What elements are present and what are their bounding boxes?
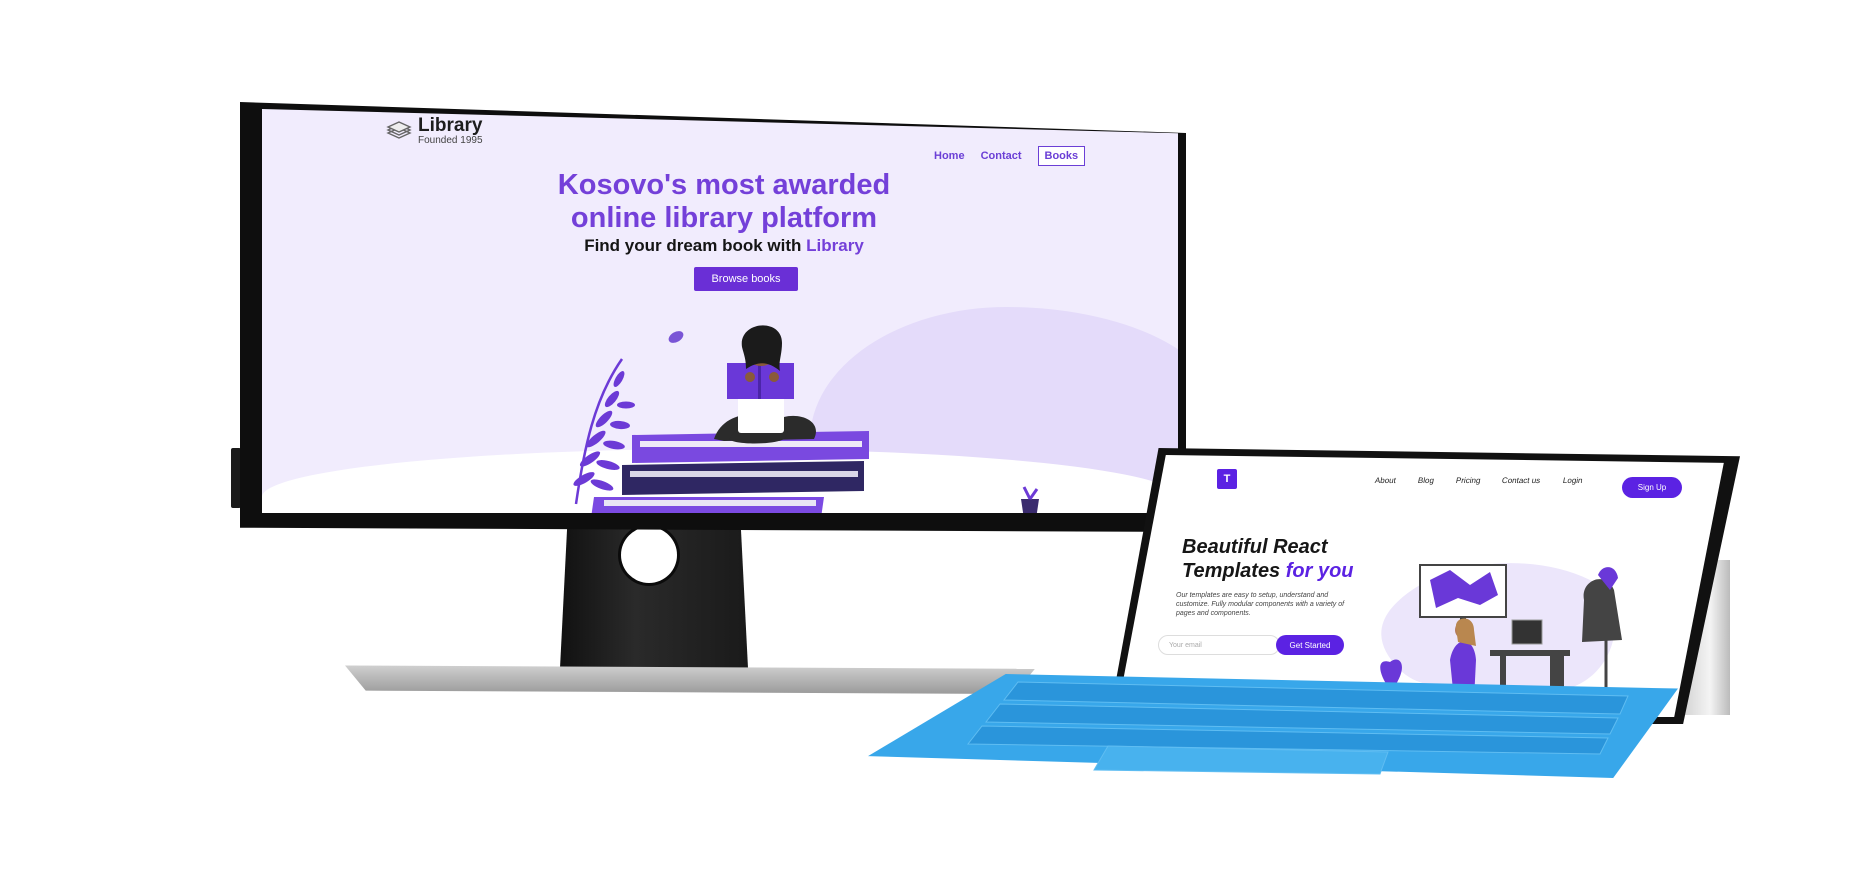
- monitor-side-port: [231, 448, 241, 508]
- tablet-site-logo[interactable]: T: [1217, 469, 1237, 489]
- tablet-nav-pricing[interactable]: Pricing: [1455, 476, 1481, 485]
- reading-girl-illustration: [573, 325, 1039, 513]
- tablet-hero-title-line2: Templates for you: [1182, 559, 1354, 583]
- tablet-hero-body: Our templates are easy to setup, underst…: [1176, 592, 1345, 617]
- browse-books-button[interactable]: Browse books: [694, 267, 798, 291]
- hero-subtitle: Find your dream book with Library: [548, 236, 900, 256]
- tablet-nav-blog[interactable]: Blog: [1417, 476, 1435, 485]
- library-logo[interactable]: Library Founded 1995: [386, 116, 483, 146]
- tablet-hero-title-line1: Beautiful React: [1182, 536, 1328, 558]
- books-stack-icon: [386, 121, 412, 139]
- book-stack: [590, 431, 869, 513]
- tablet-signup-button[interactable]: Sign Up: [1622, 477, 1682, 498]
- tablet-nav: About Blog Pricing Contact us Login: [1374, 476, 1583, 485]
- monitor-screen: Library Founded 1995 Home Contact Books …: [262, 109, 1178, 513]
- tablet-hero-title-accent: for you: [1285, 560, 1354, 582]
- small-plant-pot: [1021, 486, 1039, 513]
- tablet-nav-about[interactable]: About: [1374, 476, 1396, 485]
- nav-home-link[interactable]: Home: [934, 150, 965, 162]
- tablet-nav-login[interactable]: Login: [1562, 476, 1583, 485]
- tablet-nav-contact[interactable]: Contact us: [1502, 476, 1542, 485]
- hero-subtitle-text: Find your dream book with: [584, 236, 807, 255]
- tablet-hero-title: Beautiful React Templates for you: [1182, 535, 1354, 583]
- logo-subtitle: Founded 1995: [418, 135, 483, 146]
- monitor-stand-hole: [621, 527, 677, 583]
- site-nav: Home Contact Books: [934, 146, 1086, 166]
- keyboard-keys: [966, 681, 1629, 775]
- floating-leaf: [668, 331, 684, 343]
- nav-contact-link[interactable]: Contact: [981, 150, 1022, 162]
- girl: [714, 325, 816, 444]
- tablet-get-started-button[interactable]: Get Started: [1276, 635, 1344, 655]
- hero-title-line2: online library platform: [570, 202, 878, 234]
- hero-subtitle-accent: Library: [806, 236, 864, 255]
- hero-title-line1: Kosovo's most awarded: [557, 169, 891, 201]
- tablet-hero-title-prefix: Templates: [1182, 560, 1286, 582]
- nav-books-button[interactable]: Books: [1037, 146, 1086, 166]
- logo-title: Library: [418, 115, 483, 136]
- tablet-email-input[interactable]: Your email: [1158, 635, 1280, 655]
- hero-title: Kosovo's most awarded online library pla…: [548, 169, 900, 235]
